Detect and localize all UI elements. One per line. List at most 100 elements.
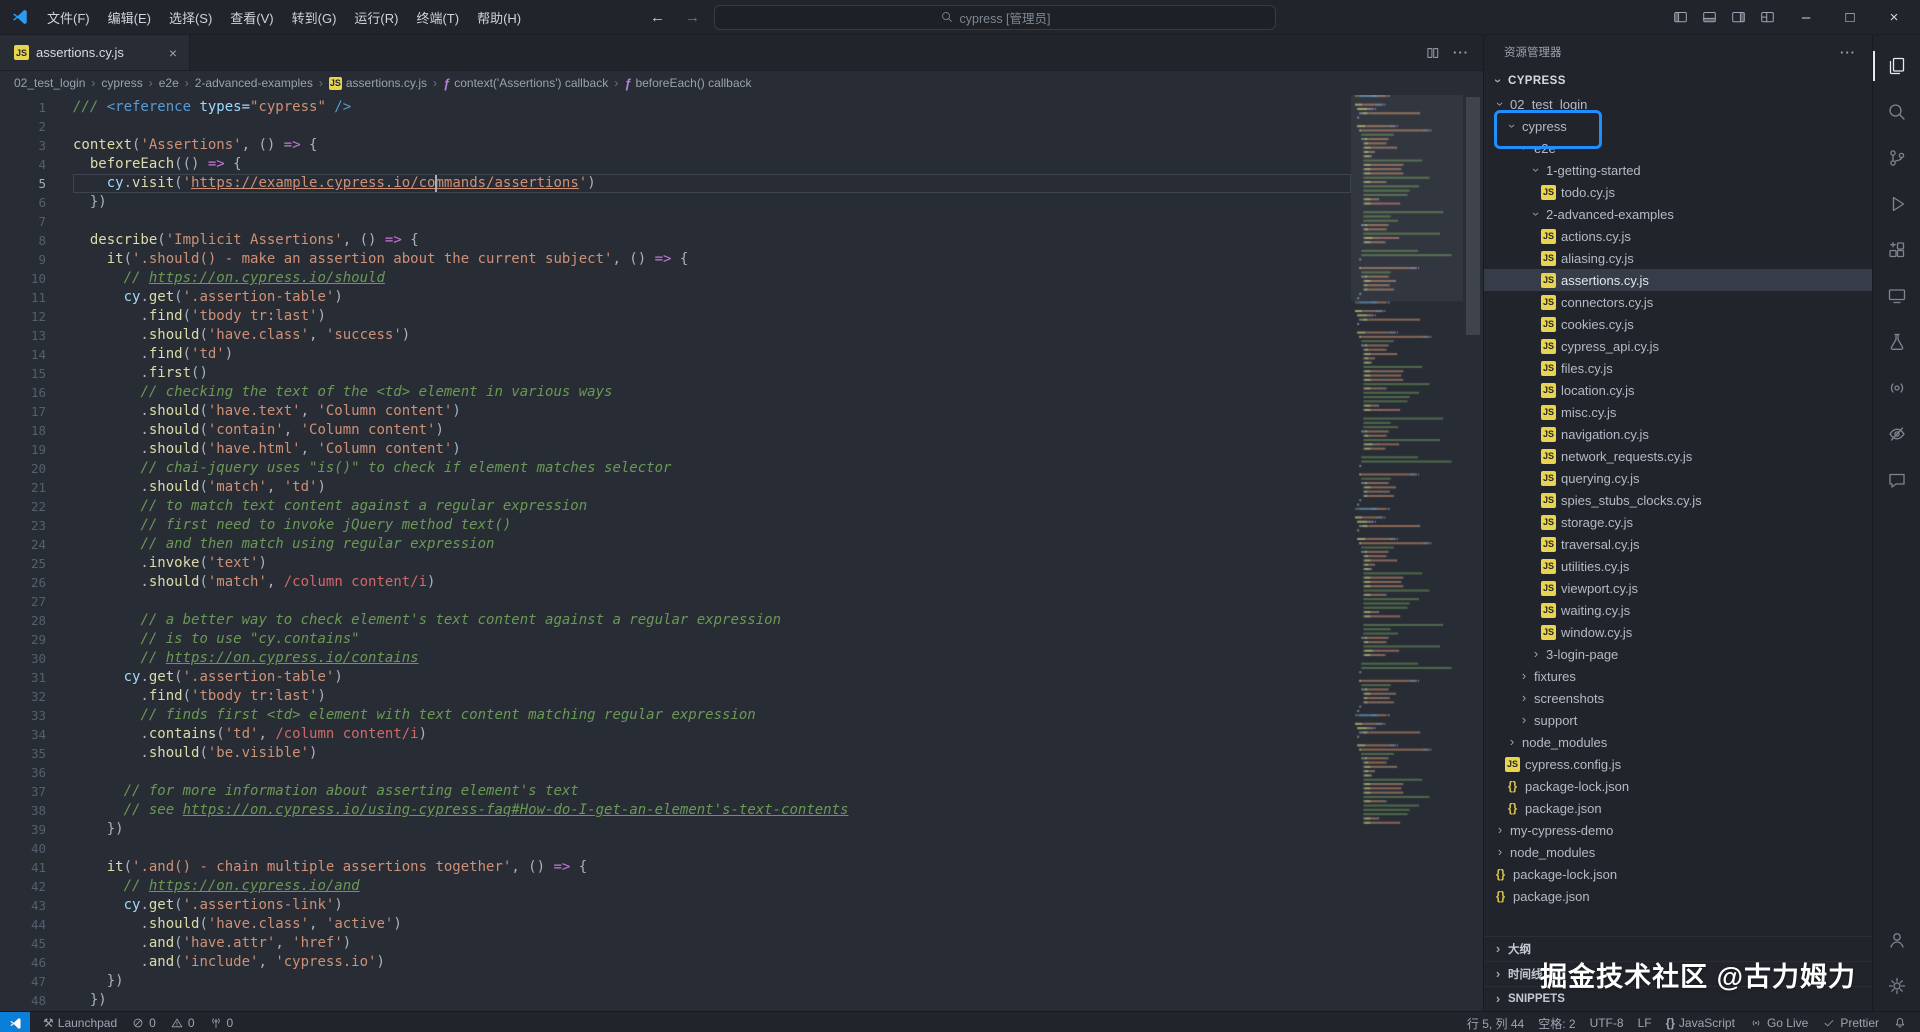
tree-item-location.cy.js[interactable]: JSlocation.cy.js [1484,379,1872,401]
code-line-30[interactable]: 30 // https://on.cypress.io/contains [0,649,1351,668]
editor-scrollbar[interactable] [1463,95,1483,1011]
tree-item-assertions.cy.js[interactable]: JSassertions.cy.js [1484,269,1872,291]
code-line-17[interactable]: 17 .should('have.text', 'Column content'… [0,402,1351,421]
forward-icon[interactable]: → [679,7,706,28]
tree-item-navigation.cy.js[interactable]: JSnavigation.cy.js [1484,423,1872,445]
tree-item-viewport.cy.js[interactable]: JSviewport.cy.js [1484,577,1872,599]
menu-edit[interactable]: 编辑(E) [99,4,160,31]
menu-selection[interactable]: 选择(S) [160,4,221,31]
activity-testing[interactable] [1873,319,1920,365]
tree-item-aliasing.cy.js[interactable]: JSaliasing.cy.js [1484,247,1872,269]
activity-source-control[interactable] [1873,135,1920,181]
code-line-42[interactable]: 42 // https://on.cypress.io/and [0,877,1351,896]
activity-chat[interactable] [1873,457,1920,503]
code-line-34[interactable]: 34 .contains('td', /column content/i) [0,725,1351,744]
code-line-29[interactable]: 29 // is to use "cy.contains" [0,630,1351,649]
activity-remote[interactable] [1873,273,1920,319]
code-line-32[interactable]: 32 .find('tbody tr:last') [0,687,1351,706]
status-lf[interactable]: LF [1631,1012,1659,1032]
code-line-7[interactable]: 7 [0,212,1351,231]
menu-run[interactable]: 运行(R) [345,4,407,31]
activity-search[interactable] [1873,89,1920,135]
code-line-26[interactable]: 26 .should('match', /column content/i) [0,573,1351,592]
minimize-button[interactable]: – [1784,0,1828,34]
code-line-5[interactable]: 5 cy.visit('https://example.cypress.io/c… [0,174,1351,193]
close-button[interactable]: × [1872,0,1916,34]
code-line-13[interactable]: 13 .should('have.class', 'success') [0,326,1351,345]
menu-terminal[interactable]: 终端(T) [407,4,468,31]
code-line-21[interactable]: 21 .should('match', 'td') [0,478,1351,497]
code-line-15[interactable]: 15 .first() [0,364,1351,383]
code-line-6[interactable]: 6 }) [0,193,1351,212]
status-行-5-列-44[interactable]: 行 5, 列 44 [1460,1012,1531,1032]
code-line-27[interactable]: 27 [0,592,1351,611]
breadcrumb-item[interactable]: cypress [101,76,142,90]
activity-account[interactable] [1873,917,1920,963]
code-line-47[interactable]: 47 }) [0,972,1351,991]
code-line-28[interactable]: 28 // a better way to check element's te… [0,611,1351,630]
code-line-23[interactable]: 23 // first need to invoke jQuery method… [0,516,1351,535]
code-line-8[interactable]: 8 describe('Implicit Assertions', () => … [0,231,1351,250]
tree-item-connectors.cy.js[interactable]: JSconnectors.cy.js [1484,291,1872,313]
more-actions-icon[interactable]: ··· [1840,45,1856,60]
code-line-45[interactable]: 45 .and('have.attr', 'href') [0,934,1351,953]
code-line-11[interactable]: 11 cy.get('.assertion-table') [0,288,1351,307]
code-line-18[interactable]: 18 .should('contain', 'Column content') [0,421,1351,440]
breadcrumb-item[interactable]: JSassertions.cy.js [329,76,427,90]
tree-item-network_requests.cy.js[interactable]: JSnetwork_requests.cy.js [1484,445,1872,467]
close-icon[interactable]: × [167,45,179,61]
tree-item-querying.cy.js[interactable]: JSquerying.cy.js [1484,467,1872,489]
status-go-live[interactable]: Go Live [1742,1012,1815,1032]
code-line-14[interactable]: 14 .find('td') [0,345,1351,364]
status-vscode-logo[interactable] [0,1012,30,1032]
code-line-35[interactable]: 35 .should('be.visible') [0,744,1351,763]
activity-extensions[interactable] [1873,227,1920,273]
back-icon[interactable]: ← [644,7,671,28]
tree-item-package-lock.json[interactable]: {}package-lock.json [1484,775,1872,797]
tree-item-spies_stubs_clocks.cy.js[interactable]: JSspies_stubs_clocks.cy.js [1484,489,1872,511]
code-line-22[interactable]: 22 // to match text content against a re… [0,497,1351,516]
tree-item-package-lock.json[interactable]: {}package-lock.json [1484,863,1872,885]
tree-item-e2e[interactable]: ›e2e [1484,137,1872,159]
code-line-37[interactable]: 37 // for more information about asserti… [0,782,1351,801]
tree-item-3-login-page[interactable]: ›3-login-page [1484,643,1872,665]
status-bell[interactable] [1886,1012,1914,1032]
tree-item-package.json[interactable]: {}package.json [1484,797,1872,819]
code-line-33[interactable]: 33 // finds first <td> element with text… [0,706,1351,725]
activity-settings[interactable] [1873,963,1920,1009]
tree-item-misc.cy.js[interactable]: JSmisc.cy.js [1484,401,1872,423]
code-line-31[interactable]: 31 cy.get('.assertion-table') [0,668,1351,687]
code-line-41[interactable]: 41 it('.and() - chain multiple assertion… [0,858,1351,877]
code-line-44[interactable]: 44 .should('have.class', 'active') [0,915,1351,934]
toggle-panel-icon[interactable] [1695,5,1724,30]
toggle-sidebar-icon[interactable] [1666,5,1695,30]
tree-item-files.cy.js[interactable]: JSfiles.cy.js [1484,357,1872,379]
status-javascript[interactable]: {}JavaScript [1659,1012,1742,1032]
command-center-search[interactable]: cypress [管理员] [714,5,1276,30]
code-editor[interactable]: 1/// <reference types="cypress" />23cont… [0,95,1483,1011]
tree-item-waiting.cy.js[interactable]: JSwaiting.cy.js [1484,599,1872,621]
status-0[interactable]: 0 [124,1012,163,1032]
tree-item-cypress[interactable]: ›cypress [1484,115,1872,137]
status-prettier[interactable]: Prettier [1815,1012,1886,1032]
code-line-24[interactable]: 24 // and then match using regular expre… [0,535,1351,554]
code-line-19[interactable]: 19 .should('have.html', 'Column content'… [0,440,1351,459]
code-line-12[interactable]: 12 .find('tbody tr:last') [0,307,1351,326]
tree-item-fixtures[interactable]: ›fixtures [1484,665,1872,687]
breadcrumb-item[interactable]: ƒcontext('Assertions') callback [443,76,608,91]
code-line-1[interactable]: 1/// <reference types="cypress" /> [0,98,1351,117]
code-line-48[interactable]: 48 }) [0,991,1351,1010]
more-actions-icon[interactable]: ··· [1453,45,1469,60]
menu-go[interactable]: 转到(G) [283,4,346,31]
breadcrumb-item[interactable]: e2e [159,76,179,90]
activity-explorer[interactable] [1873,43,1920,89]
code-line-10[interactable]: 10 // https://on.cypress.io/should [0,269,1351,288]
tree-item-support[interactable]: ›support [1484,709,1872,731]
maximize-button[interactable]: □ [1828,0,1872,34]
activity-eye-off[interactable] [1873,411,1920,457]
tree-item-1-getting-started[interactable]: ›1-getting-started [1484,159,1872,181]
code-line-9[interactable]: 9 it('.should() - make an assertion abou… [0,250,1351,269]
tree-item-window.cy.js[interactable]: JSwindow.cy.js [1484,621,1872,643]
section-cypress[interactable]: › CYPRESS [1484,69,1872,93]
tree-item-2-advanced-examples[interactable]: ›2-advanced-examples [1484,203,1872,225]
